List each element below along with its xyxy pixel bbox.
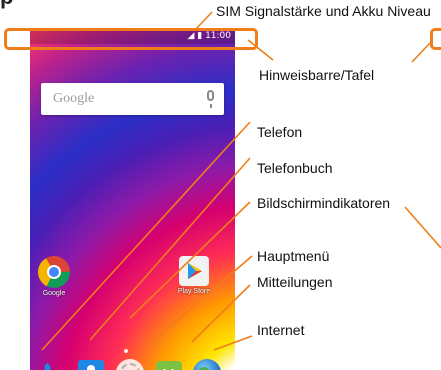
label-sim-battery: SIM Signalstärke und Akku Niveau (216, 3, 431, 19)
leader-sim (195, 11, 213, 30)
label-phonebook: Telefonbuch (257, 160, 333, 176)
leader-internet (213, 335, 253, 351)
leader-notification (247, 39, 274, 61)
leader-phonebook (89, 157, 251, 341)
leader-right-edge (411, 42, 431, 63)
label-notification-bar: Hinweisbarre/Tafel (259, 67, 375, 83)
label-phone: Telefon (257, 124, 303, 140)
leader-lines (41, 11, 441, 351)
label-internet: Internet (257, 322, 305, 338)
leader-main-menu (149, 255, 253, 345)
label-screen-indicators: Bildschirmindikatoren (257, 195, 391, 211)
label-main-menu: Hauptmenü (257, 248, 330, 264)
leader-indicators-right (404, 206, 441, 249)
label-messages: Mitteilungen (257, 274, 333, 290)
leader-messages (191, 284, 251, 343)
leader-indicators (129, 201, 251, 319)
